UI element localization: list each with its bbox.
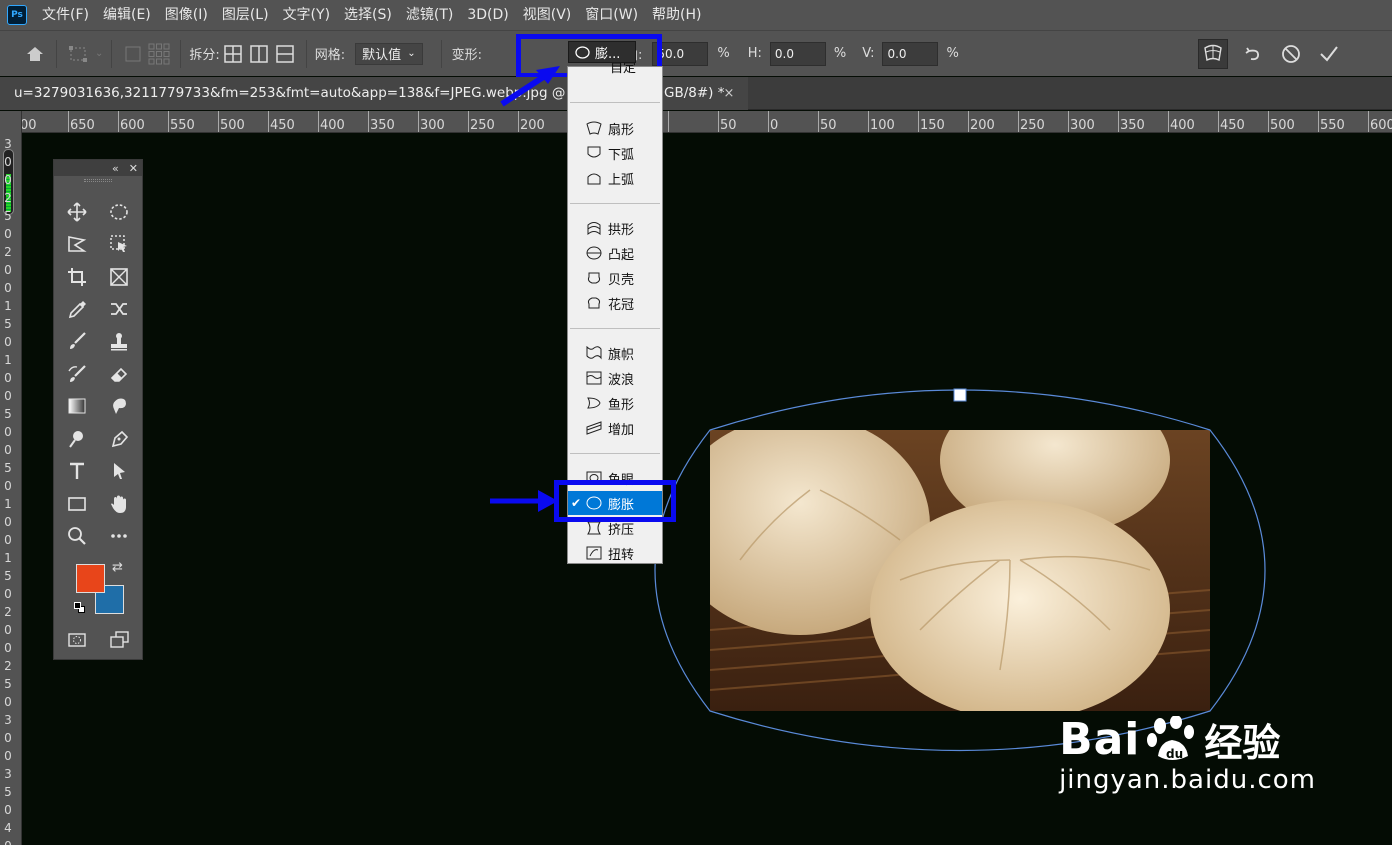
arrow-icon [500,66,560,107]
watermark-url: jingyan.baidu.com [1059,765,1316,795]
photoshop-window: Ps 文件(F) 编辑(E) 图像(I) 图层(L) 文字(Y) 选择(S) 滤… [0,0,1392,845]
arrow-icon [490,490,558,512]
svg-text:du: du [1166,747,1183,761]
watermark-brand: Bai [1059,714,1141,765]
watermark-brand-cn: 经验 [1204,721,1281,765]
baidu-paw-icon: du [1147,715,1195,761]
baidu-watermark: Bai du 经验 jingyan.baidu.com [1059,712,1316,795]
